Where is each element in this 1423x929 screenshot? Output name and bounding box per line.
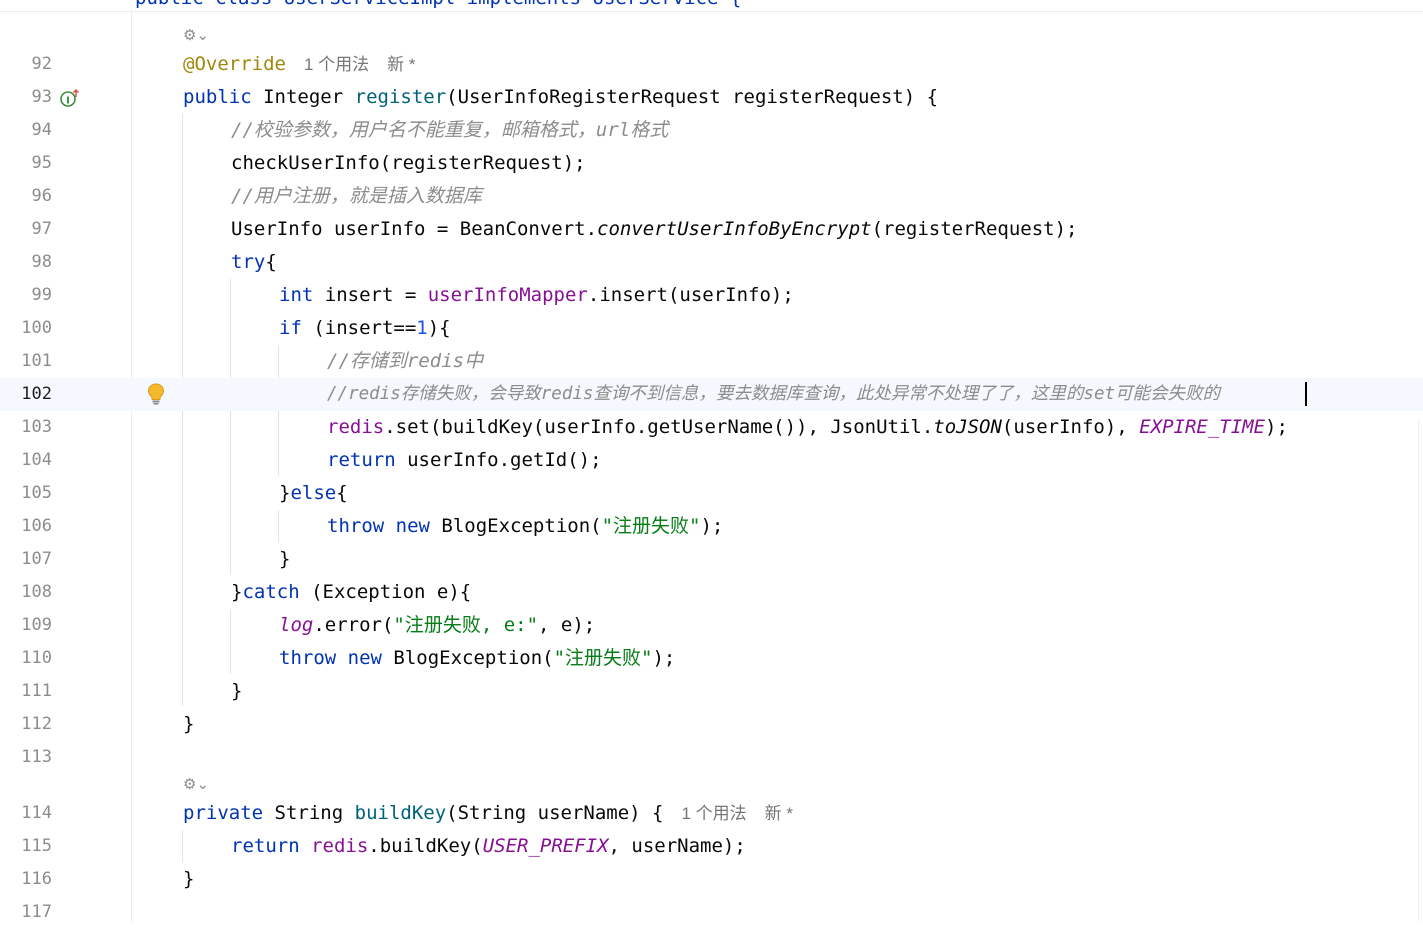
line-number: 95 <box>31 153 52 173</box>
line-number: 114 <box>21 803 52 823</box>
code-text: try{ <box>231 251 277 273</box>
code-line[interactable]: 117 <box>0 896 1423 922</box>
author-hint[interactable]: 新 * <box>765 804 793 823</box>
ai-sparkle-icon[interactable]: ⚙⌄ <box>183 24 209 46</box>
text-caret <box>1305 382 1307 406</box>
line-number: 110 <box>21 648 52 668</box>
code-line[interactable]: 110 throw new BlogException("注册失败"); <box>0 642 1423 675</box>
code-text: public Integer register(UserInfoRegister… <box>183 86 939 108</box>
line-number: 117 <box>21 902 52 922</box>
code-line[interactable]: 107 } <box>0 543 1423 576</box>
line-number: 105 <box>21 483 52 503</box>
line-number: 96 <box>31 186 52 206</box>
line-number: 112 <box>21 714 52 734</box>
code-line[interactable]: 114 private String buildKey(String userN… <box>0 797 1423 830</box>
lightbulb-intention-icon[interactable] <box>146 382 166 406</box>
code-line[interactable]: 96 //用户注册，就是插入数据库 <box>0 180 1423 213</box>
comment: //校验参数，用户名不能重复，邮箱格式，url格式 <box>231 119 669 141</box>
code-text: throw new BlogException("注册失败"); <box>279 647 676 669</box>
code-line[interactable]: 111 } <box>0 675 1423 708</box>
code-line[interactable]: 103 redis.set(buildKey(userInfo.getUserN… <box>0 411 1423 444</box>
current-code-line[interactable]: 102 //redis存储失败，会导致redis查询不到信息，要去数据库查询，此… <box>0 378 1423 411</box>
line-number: 106 <box>21 516 52 536</box>
code-line[interactable]: 93 public Integer register(UserInfoRegis… <box>0 81 1423 114</box>
code-line[interactable]: 108 }catch (Exception e){ <box>0 576 1423 609</box>
ai-sparkle-icon[interactable]: ⚙⌄ <box>183 773 209 795</box>
code-line[interactable]: 94 //校验参数，用户名不能重复，邮箱格式，url格式 <box>0 114 1423 147</box>
code-text: } <box>183 868 195 890</box>
comment: //用户注册，就是插入数据库 <box>231 185 482 207</box>
code-editor[interactable]: public class UserServiceImpl implements … <box>0 0 1423 922</box>
code-text: checkUserInfo(registerRequest); <box>231 152 586 174</box>
editor-scrollbar[interactable] <box>1418 420 1423 922</box>
code-line[interactable]: 98 try{ <box>0 246 1423 279</box>
code-line[interactable]: 106 throw new BlogException("注册失败"); <box>0 510 1423 543</box>
code-line[interactable]: 109 log.error("注册失败, e:", e); <box>0 609 1423 642</box>
code-text: } <box>231 680 243 702</box>
code-text: int insert = userInfoMapper.insert(userI… <box>279 284 794 306</box>
line-number: 92 <box>31 54 52 74</box>
line-number: 101 <box>21 351 52 371</box>
code-line[interactable]: 112 } <box>0 708 1423 741</box>
line-number: 113 <box>21 747 52 767</box>
line-number: 104 <box>21 450 52 470</box>
code-text: } <box>279 548 291 570</box>
comment: //redis存储失败，会导致redis查询不到信息，要去数据库查询，此处异常不… <box>327 384 1221 404</box>
line-number: 107 <box>21 549 52 569</box>
line-number: 97 <box>31 219 52 239</box>
svg-text:I: I <box>66 96 70 107</box>
code-text: throw new BlogException("注册失败"); <box>327 515 724 537</box>
code-text: }else{ <box>279 482 348 504</box>
author-hint[interactable]: 新 * <box>387 55 415 74</box>
code-text: @Override 1 个用法新 * <box>183 53 416 75</box>
code-text: log.error("注册失败, e:", e); <box>279 614 596 636</box>
code-text: return redis.buildKey(USER_PREFIX, userN… <box>231 835 746 857</box>
usages-hint[interactable]: 1 个用法 <box>304 55 369 74</box>
code-line[interactable]: 97 UserInfo userInfo = BeanConvert.conve… <box>0 213 1423 246</box>
line-number: 109 <box>21 615 52 635</box>
code-line[interactable]: 105 }else{ <box>0 477 1423 510</box>
code-text: }catch (Exception e){ <box>231 581 472 603</box>
line-number: 100 <box>21 318 52 338</box>
line-number: 111 <box>21 681 52 701</box>
implements-interface-icon[interactable]: I <box>60 88 80 108</box>
usages-hint[interactable]: 1 个用法 <box>681 804 746 823</box>
code-line[interactable]: 104 return userInfo.getId(); <box>0 444 1423 477</box>
previous-line-fragment: public class UserServiceImpl implements … <box>0 0 1423 12</box>
code-line[interactable]: 99 int insert = userInfoMapper.insert(us… <box>0 279 1423 312</box>
line-number: 94 <box>31 120 52 140</box>
code-text: } <box>183 713 195 735</box>
comment: //存储到redis中 <box>327 350 484 372</box>
line-number: 108 <box>21 582 52 602</box>
code-line[interactable]: 92 @Override 1 个用法新 * <box>0 48 1423 81</box>
code-text: redis.set(buildKey(userInfo.getUserName(… <box>327 416 1288 438</box>
class-declaration-text: public class UserServiceImpl implements … <box>135 0 741 9</box>
code-line[interactable]: 95 checkUserInfo(registerRequest); <box>0 147 1423 180</box>
line-number: 115 <box>21 836 52 856</box>
line-number: 99 <box>31 285 52 305</box>
code-text: UserInfo userInfo = BeanConvert.convertU… <box>231 218 1078 240</box>
code-line[interactable]: 113 <box>0 741 1423 774</box>
code-line[interactable]: 101 //存储到redis中 <box>0 345 1423 378</box>
line-number: 98 <box>31 252 52 272</box>
code-line[interactable]: 100 if (insert==1){ <box>0 312 1423 345</box>
line-number: 103 <box>21 417 52 437</box>
code-line[interactable]: 116 } <box>0 863 1423 896</box>
line-number: 102 <box>21 384 52 404</box>
code-text: if (insert==1){ <box>279 317 451 339</box>
code-line[interactable]: 115 return redis.buildKey(USER_PREFIX, u… <box>0 830 1423 863</box>
code-text: return userInfo.getId(); <box>327 449 602 471</box>
code-text: private String buildKey(String userName)… <box>183 802 794 824</box>
line-number: 93 <box>31 87 52 107</box>
line-number: 116 <box>21 869 52 889</box>
